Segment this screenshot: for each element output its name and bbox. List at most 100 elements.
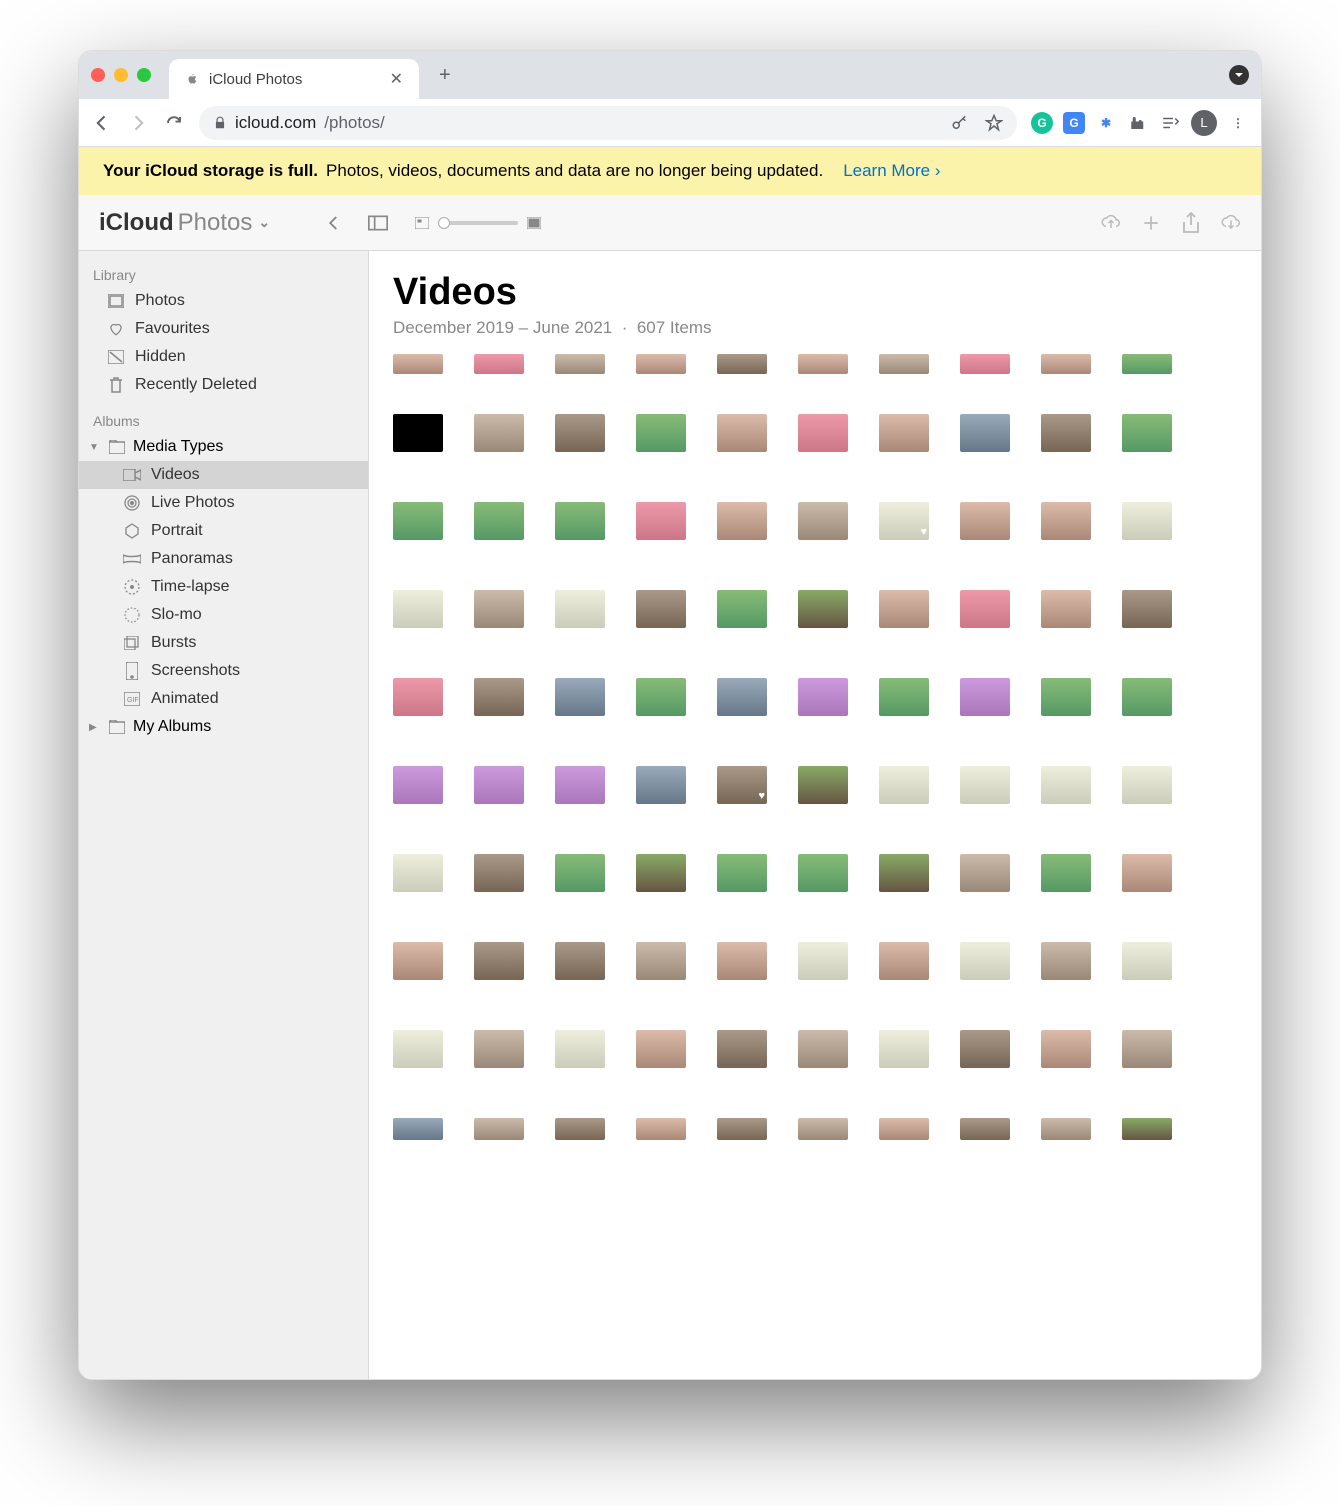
video-thumbnail[interactable] <box>1122 678 1172 716</box>
video-thumbnail[interactable] <box>555 1030 605 1068</box>
video-thumbnail[interactable] <box>798 1030 848 1068</box>
video-thumbnail[interactable] <box>1122 414 1172 452</box>
video-thumbnail[interactable] <box>1041 854 1091 892</box>
translate-icon[interactable]: G <box>1063 112 1085 134</box>
video-thumbnail[interactable] <box>960 766 1010 804</box>
video-thumbnail[interactable] <box>474 590 524 628</box>
video-thumbnail[interactable] <box>717 942 767 980</box>
chrome-account-icon[interactable] <box>1229 65 1249 85</box>
video-thumbnail[interactable] <box>1122 766 1172 804</box>
video-thumbnail[interactable] <box>717 502 767 540</box>
back-nav-icon[interactable] <box>324 213 344 233</box>
video-thumbnail[interactable] <box>636 414 686 452</box>
video-thumbnail[interactable] <box>960 414 1010 452</box>
video-thumbnail[interactable] <box>636 766 686 804</box>
video-thumbnail[interactable] <box>555 354 605 374</box>
video-thumbnail[interactable] <box>636 354 686 374</box>
sidebar-item-slomo[interactable]: Slo-mo <box>79 601 368 629</box>
video-thumbnail[interactable] <box>879 414 929 452</box>
sidebar-item-panoramas[interactable]: Panoramas <box>79 545 368 573</box>
browser-tab[interactable]: iCloud Photos ✕ <box>169 59 419 99</box>
video-thumbnail[interactable]: ♥ <box>717 766 767 804</box>
video-thumbnail[interactable] <box>960 678 1010 716</box>
video-thumbnail[interactable] <box>636 854 686 892</box>
video-thumbnail[interactable] <box>717 354 767 374</box>
forward-button[interactable] <box>127 112 149 134</box>
sidebar-item-timelapse[interactable]: Time-lapse <box>79 573 368 601</box>
video-thumbnail[interactable] <box>393 354 443 374</box>
video-thumbnail[interactable] <box>960 502 1010 540</box>
video-thumbnail[interactable] <box>798 354 848 374</box>
add-icon[interactable] <box>1141 213 1161 233</box>
video-thumbnail[interactable] <box>393 414 443 452</box>
video-thumbnail[interactable] <box>474 678 524 716</box>
video-thumbnail[interactable] <box>960 1030 1010 1068</box>
video-thumbnail[interactable] <box>879 1118 929 1140</box>
video-thumbnail[interactable] <box>393 1030 443 1068</box>
video-thumbnail[interactable] <box>879 354 929 374</box>
video-thumbnail[interactable] <box>960 590 1010 628</box>
video-thumbnail[interactable] <box>393 942 443 980</box>
video-thumbnail[interactable] <box>1122 942 1172 980</box>
sidebar-media-types[interactable]: ▼Media Types <box>79 433 368 461</box>
video-thumbnail[interactable] <box>636 590 686 628</box>
video-thumbnail[interactable] <box>1041 1118 1091 1140</box>
video-thumbnail[interactable] <box>879 942 929 980</box>
video-thumbnail[interactable] <box>879 678 929 716</box>
video-thumbnail[interactable] <box>717 1030 767 1068</box>
video-thumbnail[interactable] <box>1122 502 1172 540</box>
video-thumbnail[interactable] <box>879 1030 929 1068</box>
sidebar-item-bursts[interactable]: Bursts <box>79 629 368 657</box>
video-thumbnail[interactable] <box>798 766 848 804</box>
video-thumbnail[interactable] <box>798 414 848 452</box>
video-thumbnail[interactable] <box>1122 354 1172 374</box>
close-tab-icon[interactable]: ✕ <box>390 69 403 89</box>
video-thumbnail[interactable] <box>474 354 524 374</box>
reload-button[interactable] <box>163 112 185 134</box>
video-thumbnail[interactable] <box>1122 1030 1172 1068</box>
video-thumbnail[interactable] <box>1122 1118 1172 1140</box>
video-thumbnail[interactable] <box>636 942 686 980</box>
video-thumbnail[interactable] <box>717 678 767 716</box>
video-thumbnail[interactable] <box>636 1118 686 1140</box>
back-button[interactable] <box>91 112 113 134</box>
sidebar-item-hidden[interactable]: Hidden <box>79 343 368 371</box>
video-thumbnail[interactable] <box>474 1030 524 1068</box>
video-thumbnail[interactable] <box>1122 854 1172 892</box>
share-icon[interactable] <box>1181 213 1201 233</box>
video-thumbnail[interactable] <box>555 590 605 628</box>
profile-avatar[interactable]: L <box>1191 110 1217 136</box>
video-thumbnail[interactable] <box>717 590 767 628</box>
video-thumbnail[interactable] <box>717 1118 767 1140</box>
minimize-window-button[interactable] <box>114 68 128 82</box>
video-thumbnail[interactable] <box>1041 414 1091 452</box>
video-thumbnail[interactable] <box>555 854 605 892</box>
sidebar-toggle-icon[interactable] <box>368 213 388 233</box>
star-icon[interactable] <box>985 114 1003 132</box>
video-thumbnail[interactable]: ♥ <box>879 502 929 540</box>
video-thumbnail[interactable] <box>474 502 524 540</box>
video-thumbnail[interactable] <box>798 854 848 892</box>
puzzle-icon[interactable] <box>1127 112 1149 134</box>
video-thumbnail[interactable] <box>1041 942 1091 980</box>
video-thumbnail[interactable] <box>474 766 524 804</box>
video-thumbnail[interactable] <box>798 590 848 628</box>
video-thumbnail[interactable] <box>555 502 605 540</box>
sidebar-item-photos[interactable]: Photos <box>79 287 368 315</box>
video-thumbnail[interactable] <box>798 502 848 540</box>
video-thumbnail[interactable] <box>555 1118 605 1140</box>
video-thumbnail[interactable] <box>555 414 605 452</box>
app-brand[interactable]: iCloud Photos⌄ <box>99 209 270 237</box>
video-thumbnail[interactable] <box>555 942 605 980</box>
sidebar-item-screenshots[interactable]: Screenshots <box>79 657 368 685</box>
sidebar-item-live[interactable]: Live Photos <box>79 489 368 517</box>
video-thumbnail[interactable] <box>960 1118 1010 1140</box>
video-thumbnail[interactable] <box>393 766 443 804</box>
video-thumbnail[interactable] <box>636 678 686 716</box>
video-thumbnail[interactable] <box>717 414 767 452</box>
close-window-button[interactable] <box>91 68 105 82</box>
sidebar-item-favourites[interactable]: Favourites <box>79 315 368 343</box>
video-thumbnail[interactable] <box>474 1118 524 1140</box>
video-thumbnail[interactable] <box>474 854 524 892</box>
video-thumbnail[interactable] <box>636 502 686 540</box>
